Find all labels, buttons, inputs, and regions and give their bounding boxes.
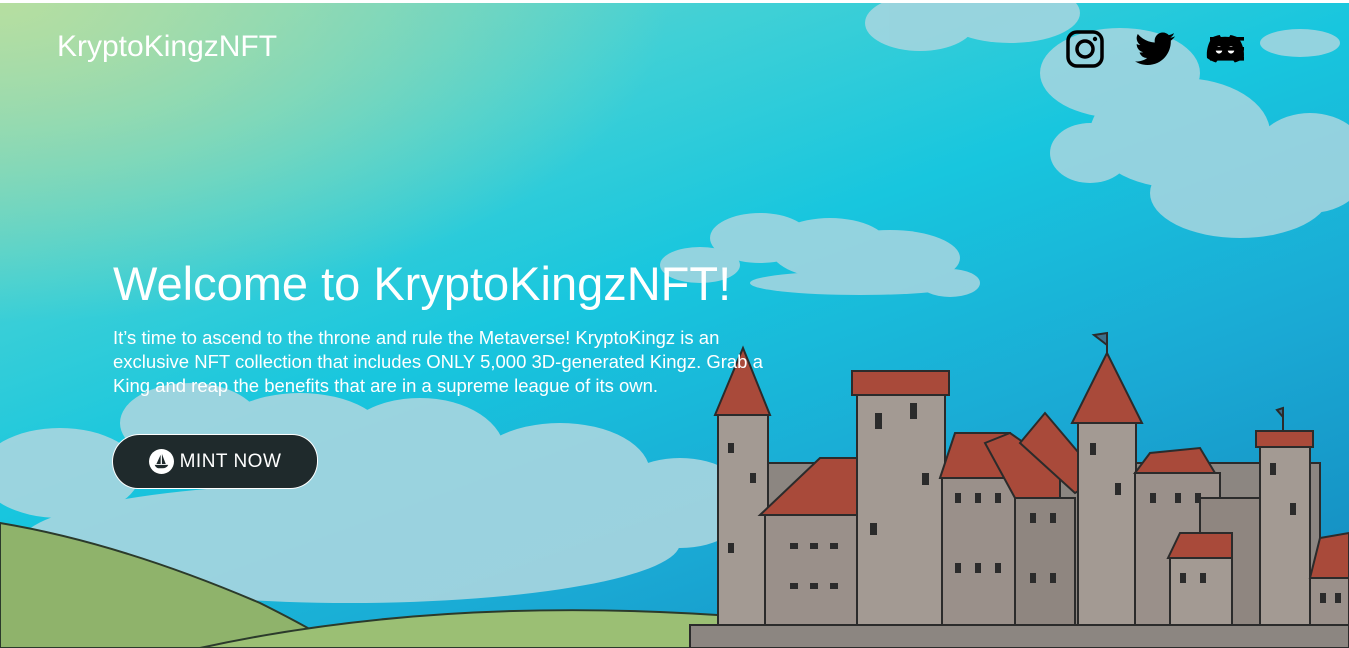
mint-now-button[interactable]: MINT NOW xyxy=(112,434,318,489)
castle-illustration xyxy=(689,331,1349,648)
hero-description: It’s time to ascend to the throne and ru… xyxy=(113,327,763,396)
hero-headline: Welcome to KryptoKingzNFT! xyxy=(113,257,732,310)
instagram-icon[interactable] xyxy=(1065,29,1105,69)
opensea-icon xyxy=(148,449,174,474)
hamburger-menu-icon[interactable] xyxy=(1209,36,1245,62)
hero-section: KryptoKingzNFT Welcome to KryptoKingzNFT… xyxy=(0,3,1349,648)
site-logo[interactable]: KryptoKingzNFT xyxy=(57,30,277,64)
mint-now-label: MINT NOW xyxy=(179,450,282,472)
twitter-icon[interactable] xyxy=(1135,29,1175,69)
